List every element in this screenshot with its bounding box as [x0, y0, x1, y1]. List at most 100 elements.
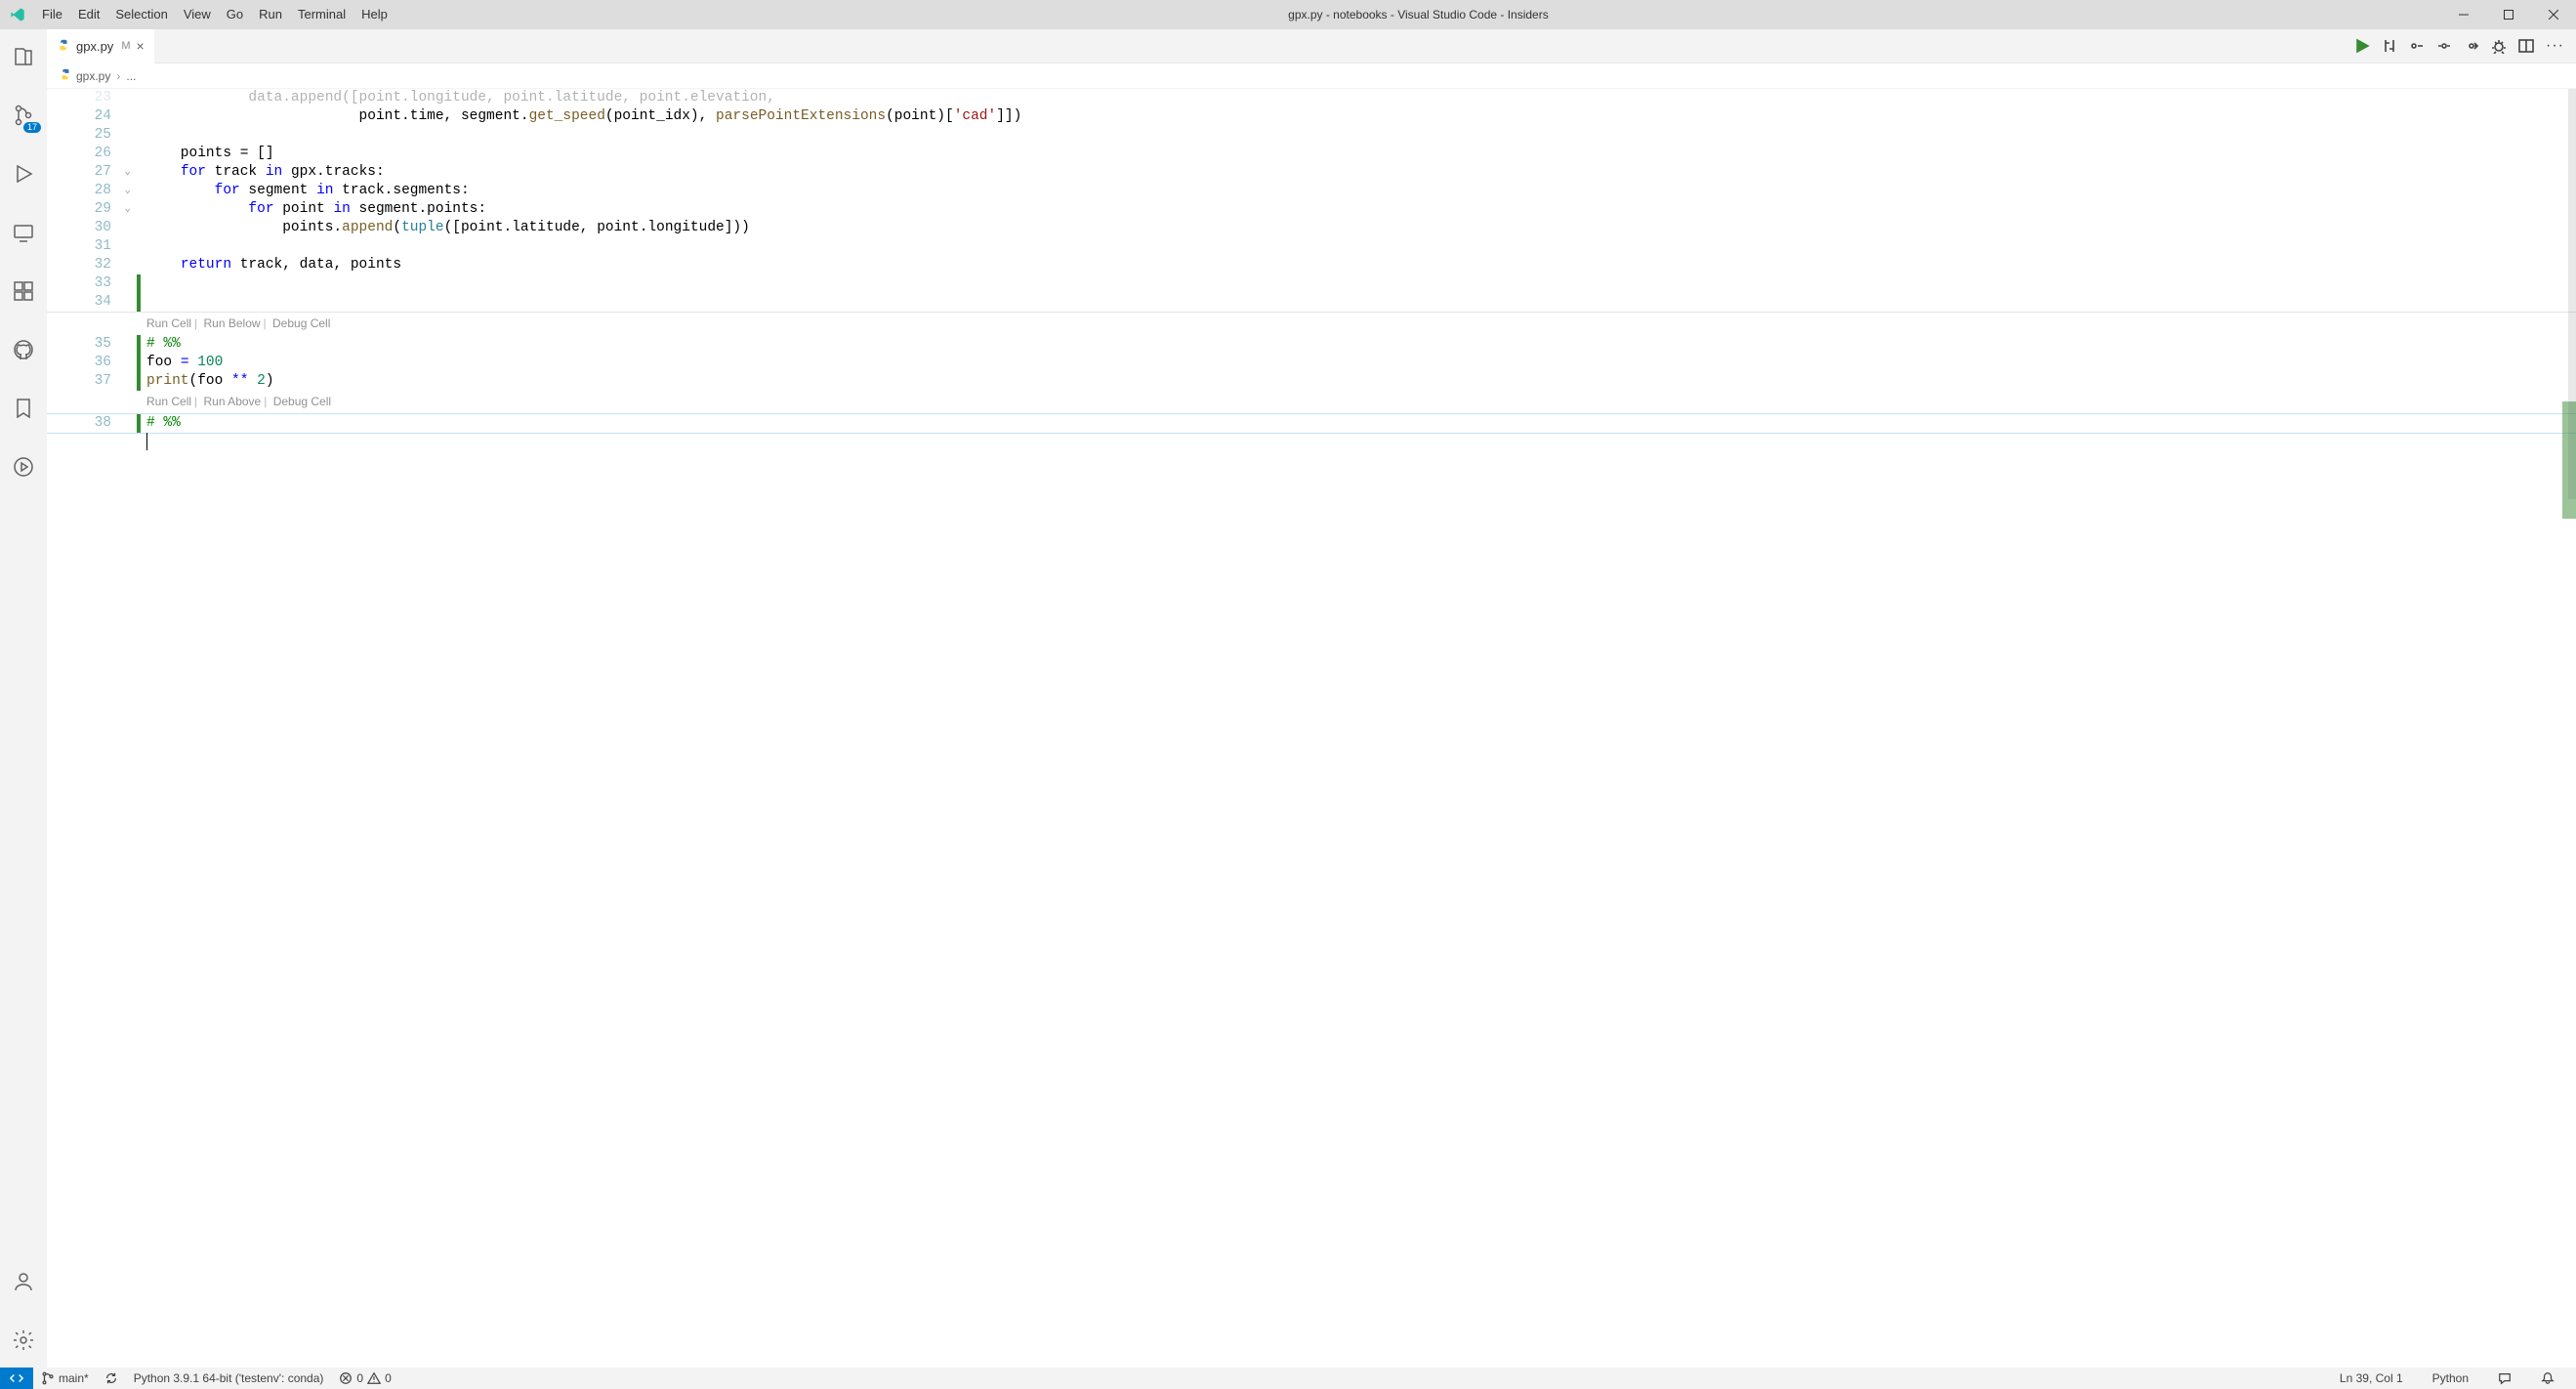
account-icon[interactable] [0, 1262, 47, 1301]
python-interpreter-label: Python 3.9.1 64-bit ('testenv': conda) [134, 1371, 324, 1385]
breadcrumb[interactable]: gpx.py › ... [47, 63, 2576, 89]
github-icon[interactable] [0, 330, 47, 369]
tab-bar: gpx.py M × ··· [47, 29, 2576, 63]
line-number: 27 [95, 163, 111, 182]
line-number: 23 [95, 89, 111, 107]
line-number: 30 [95, 219, 111, 237]
close-button[interactable] [2531, 0, 2576, 29]
code-text: point.time, segment.get_speed(point_idx)… [141, 107, 1021, 126]
compare-changes-icon[interactable] [2382, 38, 2397, 54]
sync-icon [104, 1371, 118, 1385]
run-debug-icon[interactable] [0, 154, 47, 193]
maximize-button[interactable] [2486, 0, 2531, 29]
run-by-line-icon[interactable] [2409, 38, 2425, 54]
text-cursor [146, 433, 147, 450]
codelens-run-below[interactable]: Run Below [204, 316, 261, 330]
minimize-button[interactable] [2441, 0, 2486, 29]
line-number: 32 [95, 256, 111, 274]
line-number: 29 [95, 200, 111, 219]
remote-explorer-icon[interactable] [0, 213, 47, 252]
extensions-icon[interactable] [0, 272, 47, 311]
python-file-icon [59, 67, 72, 84]
line-number: 24 [95, 107, 111, 126]
codelens-run-above[interactable]: Run Above [204, 395, 262, 408]
debug-icon[interactable] [2491, 38, 2507, 54]
code-text: return track, data, points [141, 256, 401, 274]
line-number: 26 [95, 145, 111, 163]
run-file-icon[interactable] [2354, 38, 2370, 54]
code-text: points = [] [141, 145, 274, 163]
code-text: for segment in track.segments: [141, 182, 470, 200]
vscode-insiders-icon [0, 7, 34, 22]
codelens-run-cell[interactable]: Run Cell [146, 395, 191, 408]
tab-gpx-py[interactable]: gpx.py M × [47, 29, 155, 63]
title-bar: File Edit Selection View Go Run Terminal… [0, 0, 2576, 29]
chevron-right-icon: › [116, 69, 120, 83]
line-number: 25 [95, 126, 111, 145]
chevron-down-icon[interactable]: ⌄ [124, 182, 131, 200]
codelens: Run Cell| Run Above| Debug Cell [47, 391, 2576, 413]
menu-file[interactable]: File [34, 0, 70, 29]
tab-modified-status: M [121, 40, 130, 52]
window-title: gpx.py - notebooks - Visual Studio Code … [395, 8, 2441, 21]
menu-view[interactable]: View [176, 0, 219, 29]
warning-count: 0 [385, 1371, 392, 1385]
menu-edit[interactable]: Edit [70, 0, 107, 29]
line-number: 28 [95, 182, 111, 200]
line-number: 37 [95, 372, 111, 391]
menu-selection[interactable]: Selection [107, 0, 175, 29]
line-number: 38 [95, 414, 111, 433]
code-text: for point in segment.points: [141, 200, 486, 219]
warning-icon [367, 1371, 381, 1385]
notifications-icon[interactable] [2533, 1371, 2562, 1385]
remote-indicator-icon[interactable] [0, 1368, 33, 1389]
status-bar: main* Python 3.9.1 64-bit ('testenv': co… [0, 1368, 2576, 1389]
breadcrumb-more: ... [126, 69, 136, 83]
breadcrumb-file: gpx.py [76, 69, 110, 83]
error-icon [339, 1371, 353, 1385]
live-share-icon[interactable] [0, 447, 47, 486]
chevron-down-icon[interactable]: ⌄ [124, 163, 131, 182]
codelens-debug-cell[interactable]: Debug Cell [273, 395, 331, 408]
error-count: 0 [356, 1371, 363, 1385]
git-branch[interactable]: main* [33, 1368, 97, 1389]
codelens: Run Cell| Run Below| Debug Cell [47, 312, 2576, 335]
chevron-down-icon[interactable]: ⌄ [124, 200, 131, 219]
code-text: # %% [141, 414, 181, 433]
git-sync[interactable] [97, 1368, 126, 1389]
python-interpreter[interactable]: Python 3.9.1 64-bit ('testenv': conda) [126, 1368, 332, 1389]
feedback-icon[interactable] [2490, 1371, 2519, 1385]
menu-help[interactable]: Help [353, 0, 395, 29]
explorer-icon[interactable] [0, 37, 47, 76]
line-number: 34 [95, 293, 111, 312]
split-editor-icon[interactable] [2518, 38, 2534, 54]
code-editor[interactable]: 23 data.append([point.longitude, point.l… [47, 89, 2576, 1368]
problems[interactable]: 0 0 [331, 1368, 398, 1389]
git-branch-icon [41, 1371, 55, 1385]
code-text: points.append(tuple([point.latitude, poi… [141, 219, 750, 237]
code-text: data.append([point.longitude, point.lati… [141, 89, 775, 107]
source-control-icon[interactable]: 17 [0, 96, 47, 135]
codelens-debug-cell[interactable]: Debug Cell [272, 316, 330, 330]
git-branch-name: main* [59, 1371, 89, 1385]
line-number: 33 [95, 274, 111, 293]
cursor-position[interactable]: Ln 39, Col 1 [2332, 1371, 2411, 1385]
menu-run[interactable]: Run [251, 0, 290, 29]
settings-gear-icon[interactable] [0, 1321, 47, 1360]
vertical-scrollbar[interactable] [2562, 89, 2576, 1368]
python-file-icon [57, 38, 70, 55]
activity-bar: 17 [0, 29, 47, 1368]
bookmark-icon[interactable] [0, 389, 47, 428]
line-number: 35 [95, 335, 111, 354]
more-actions-icon[interactable]: ··· [2546, 37, 2564, 55]
tab-close-icon[interactable]: × [136, 38, 144, 54]
language-mode[interactable]: Python [2425, 1371, 2476, 1385]
codelens-run-cell[interactable]: Run Cell [146, 316, 191, 330]
menu-go[interactable]: Go [219, 0, 251, 29]
menu-terminal[interactable]: Terminal [290, 0, 353, 29]
debug-step-back-icon[interactable] [2436, 38, 2452, 54]
editor-area: gpx.py M × ··· gpx.py [47, 29, 2576, 1368]
debug-step-forward-icon[interactable] [2464, 38, 2479, 54]
window-controls [2441, 0, 2576, 29]
line-number: 36 [95, 354, 111, 372]
